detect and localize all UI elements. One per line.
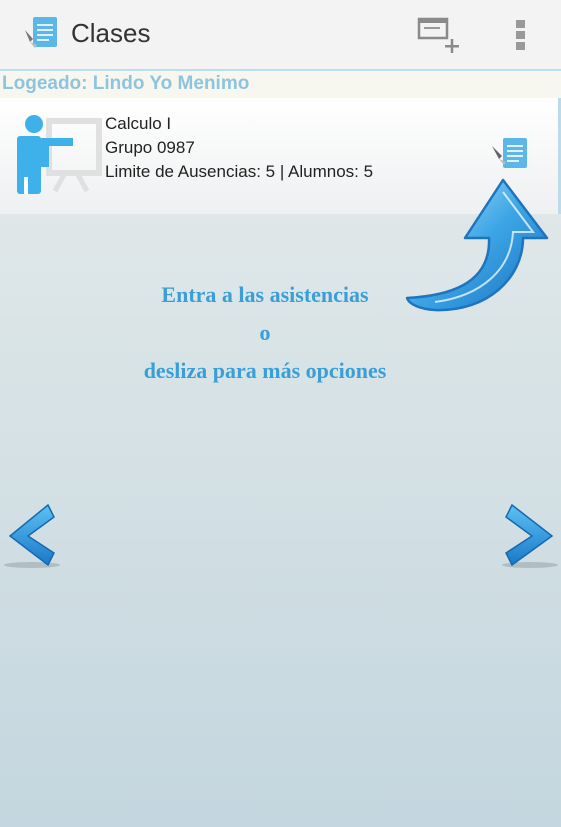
app-logo-icon (25, 17, 57, 48)
logged-user-label: Logeado: Lindo Yo Menimo (2, 73, 250, 94)
class-info: Calculo I Grupo 0987 Limite de Ausencias… (105, 112, 373, 184)
hint-line-3: desliza para más opciones (143, 358, 387, 383)
class-name: Calculo I (105, 114, 172, 133)
hint-line-1: Entra a las asistencias (161, 282, 369, 307)
teacher-board-icon (17, 115, 102, 194)
attendance-icon[interactable] (490, 134, 530, 174)
overflow-menu-icon[interactable] (509, 18, 533, 52)
page-title: Clases (71, 18, 151, 48)
class-group: Grupo 0987 (105, 138, 195, 157)
add-class-icon[interactable] (416, 16, 462, 54)
hint-line-2: o (259, 320, 271, 345)
chevron-right-icon[interactable] (500, 503, 558, 573)
action-bar: Clases (0, 0, 561, 71)
class-details: Limite de Ausencias: 5 | Alumnos: 5 (105, 162, 374, 181)
chevron-left-icon[interactable] (4, 503, 60, 573)
logged-user-bar: Logeado: Lindo Yo Menimo (0, 71, 561, 98)
